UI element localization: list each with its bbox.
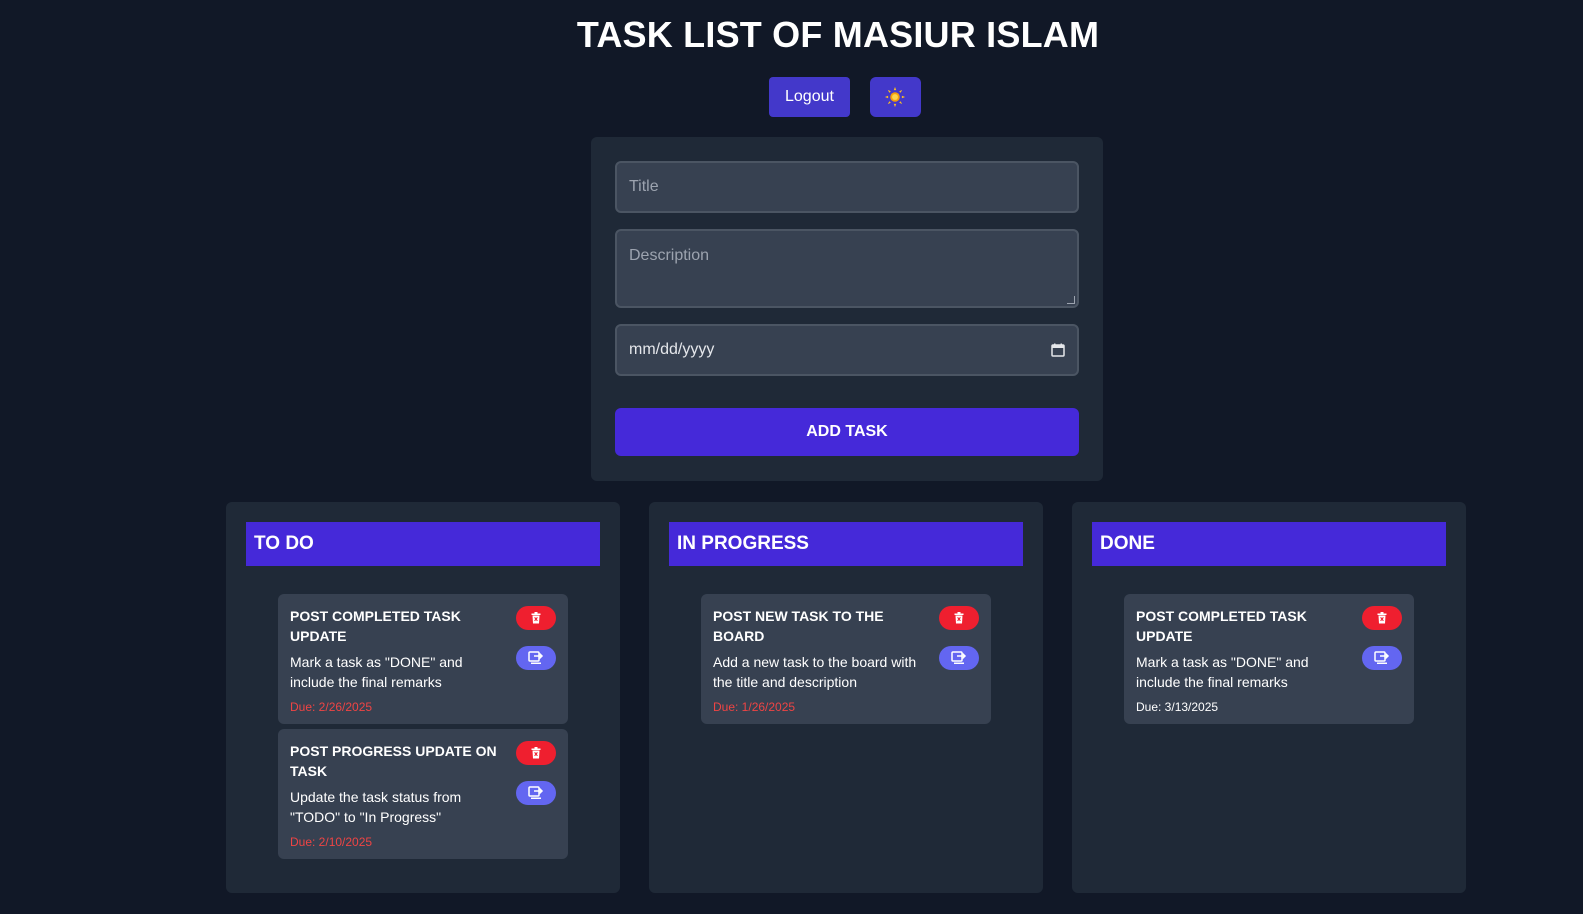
header-actions: Logout xyxy=(769,77,921,117)
delete-task-button[interactable] xyxy=(1362,606,1402,630)
page: TASK LIST OF MASIUR ISLAM Logout Title D… xyxy=(0,0,1583,914)
trash-icon xyxy=(954,612,964,624)
task-title: POST PROGRESS UPDATE ON TASK xyxy=(290,743,497,779)
task-card[interactable]: POST COMPLETED TASK UPDATE Mark a task a… xyxy=(1124,594,1414,724)
task-due-date: Due: 2/10/2025 xyxy=(290,835,373,849)
task-description: Add a new task to the board with the tit… xyxy=(713,654,917,690)
task-title: POST COMPLETED TASK UPDATE xyxy=(290,608,461,644)
column-in-progress: IN PROGRESS POST NEW TASK TO THE BOARD A… xyxy=(649,502,1043,893)
task-card[interactable]: POST COMPLETED TASK UPDATE Mark a task a… xyxy=(278,594,568,724)
task-card[interactable]: POST PROGRESS UPDATE ON TASK Update the … xyxy=(278,729,568,859)
task-card[interactable]: POST NEW TASK TO THE BOARD Add a new tas… xyxy=(701,594,991,724)
delete-task-button[interactable] xyxy=(516,606,556,630)
add-task-button[interactable]: ADD TASK xyxy=(615,408,1079,456)
move-icon xyxy=(528,651,544,664)
column-header: DONE xyxy=(1092,522,1446,566)
date-placeholder: mm/dd/yyyy xyxy=(629,341,715,358)
page-title: TASK LIST OF MASIUR ISLAM xyxy=(576,14,1100,55)
trash-icon xyxy=(531,612,541,624)
column-header: TO DO xyxy=(246,522,600,566)
move-icon xyxy=(528,786,544,799)
calendar-icon[interactable] xyxy=(1051,343,1065,357)
resize-handle-icon[interactable] xyxy=(1067,296,1075,304)
column-todo: TO DO POST COMPLETED TASK UPDATE Mark a … xyxy=(226,502,620,893)
trash-icon xyxy=(531,747,541,759)
task-due-date: Due: 1/26/2025 xyxy=(713,700,796,714)
move-task-button[interactable] xyxy=(516,646,556,670)
move-task-button[interactable] xyxy=(939,646,979,670)
column-header: IN PROGRESS xyxy=(669,522,1023,566)
task-actions xyxy=(516,741,556,805)
trash-icon xyxy=(1377,612,1387,624)
task-title: POST COMPLETED TASK UPDATE xyxy=(1136,608,1307,644)
task-actions xyxy=(1362,606,1402,670)
column-done: DONE POST COMPLETED TASK UPDATE Mark a t… xyxy=(1072,502,1466,893)
task-due-date: Due: 3/13/2025 xyxy=(1136,700,1219,714)
delete-task-button[interactable] xyxy=(939,606,979,630)
task-description: Mark a task as "DONE" and include the fi… xyxy=(290,654,463,690)
delete-task-button[interactable] xyxy=(516,741,556,765)
description-textarea[interactable]: Description xyxy=(615,229,1079,308)
move-icon xyxy=(1374,651,1390,664)
sun-icon xyxy=(885,86,906,108)
add-task-form: Title Description mm/dd/yyyy ADD TASK xyxy=(591,137,1103,481)
title-placeholder: Title xyxy=(629,178,659,195)
task-actions xyxy=(939,606,979,670)
task-description: Mark a task as "DONE" and include the fi… xyxy=(1136,654,1309,690)
logout-button[interactable]: Logout xyxy=(769,77,850,117)
task-actions xyxy=(516,606,556,670)
move-icon xyxy=(951,651,967,664)
move-task-button[interactable] xyxy=(516,781,556,805)
theme-toggle-button[interactable] xyxy=(869,77,921,117)
due-date-input[interactable]: mm/dd/yyyy xyxy=(615,324,1079,376)
task-description: Update the task status from "TODO" to "I… xyxy=(290,789,462,825)
task-title: POST NEW TASK TO THE BOARD xyxy=(713,608,884,644)
move-task-button[interactable] xyxy=(1362,646,1402,670)
task-due-date: Due: 2/26/2025 xyxy=(290,700,373,714)
description-placeholder: Description xyxy=(629,247,710,264)
title-input[interactable]: Title xyxy=(615,161,1079,213)
